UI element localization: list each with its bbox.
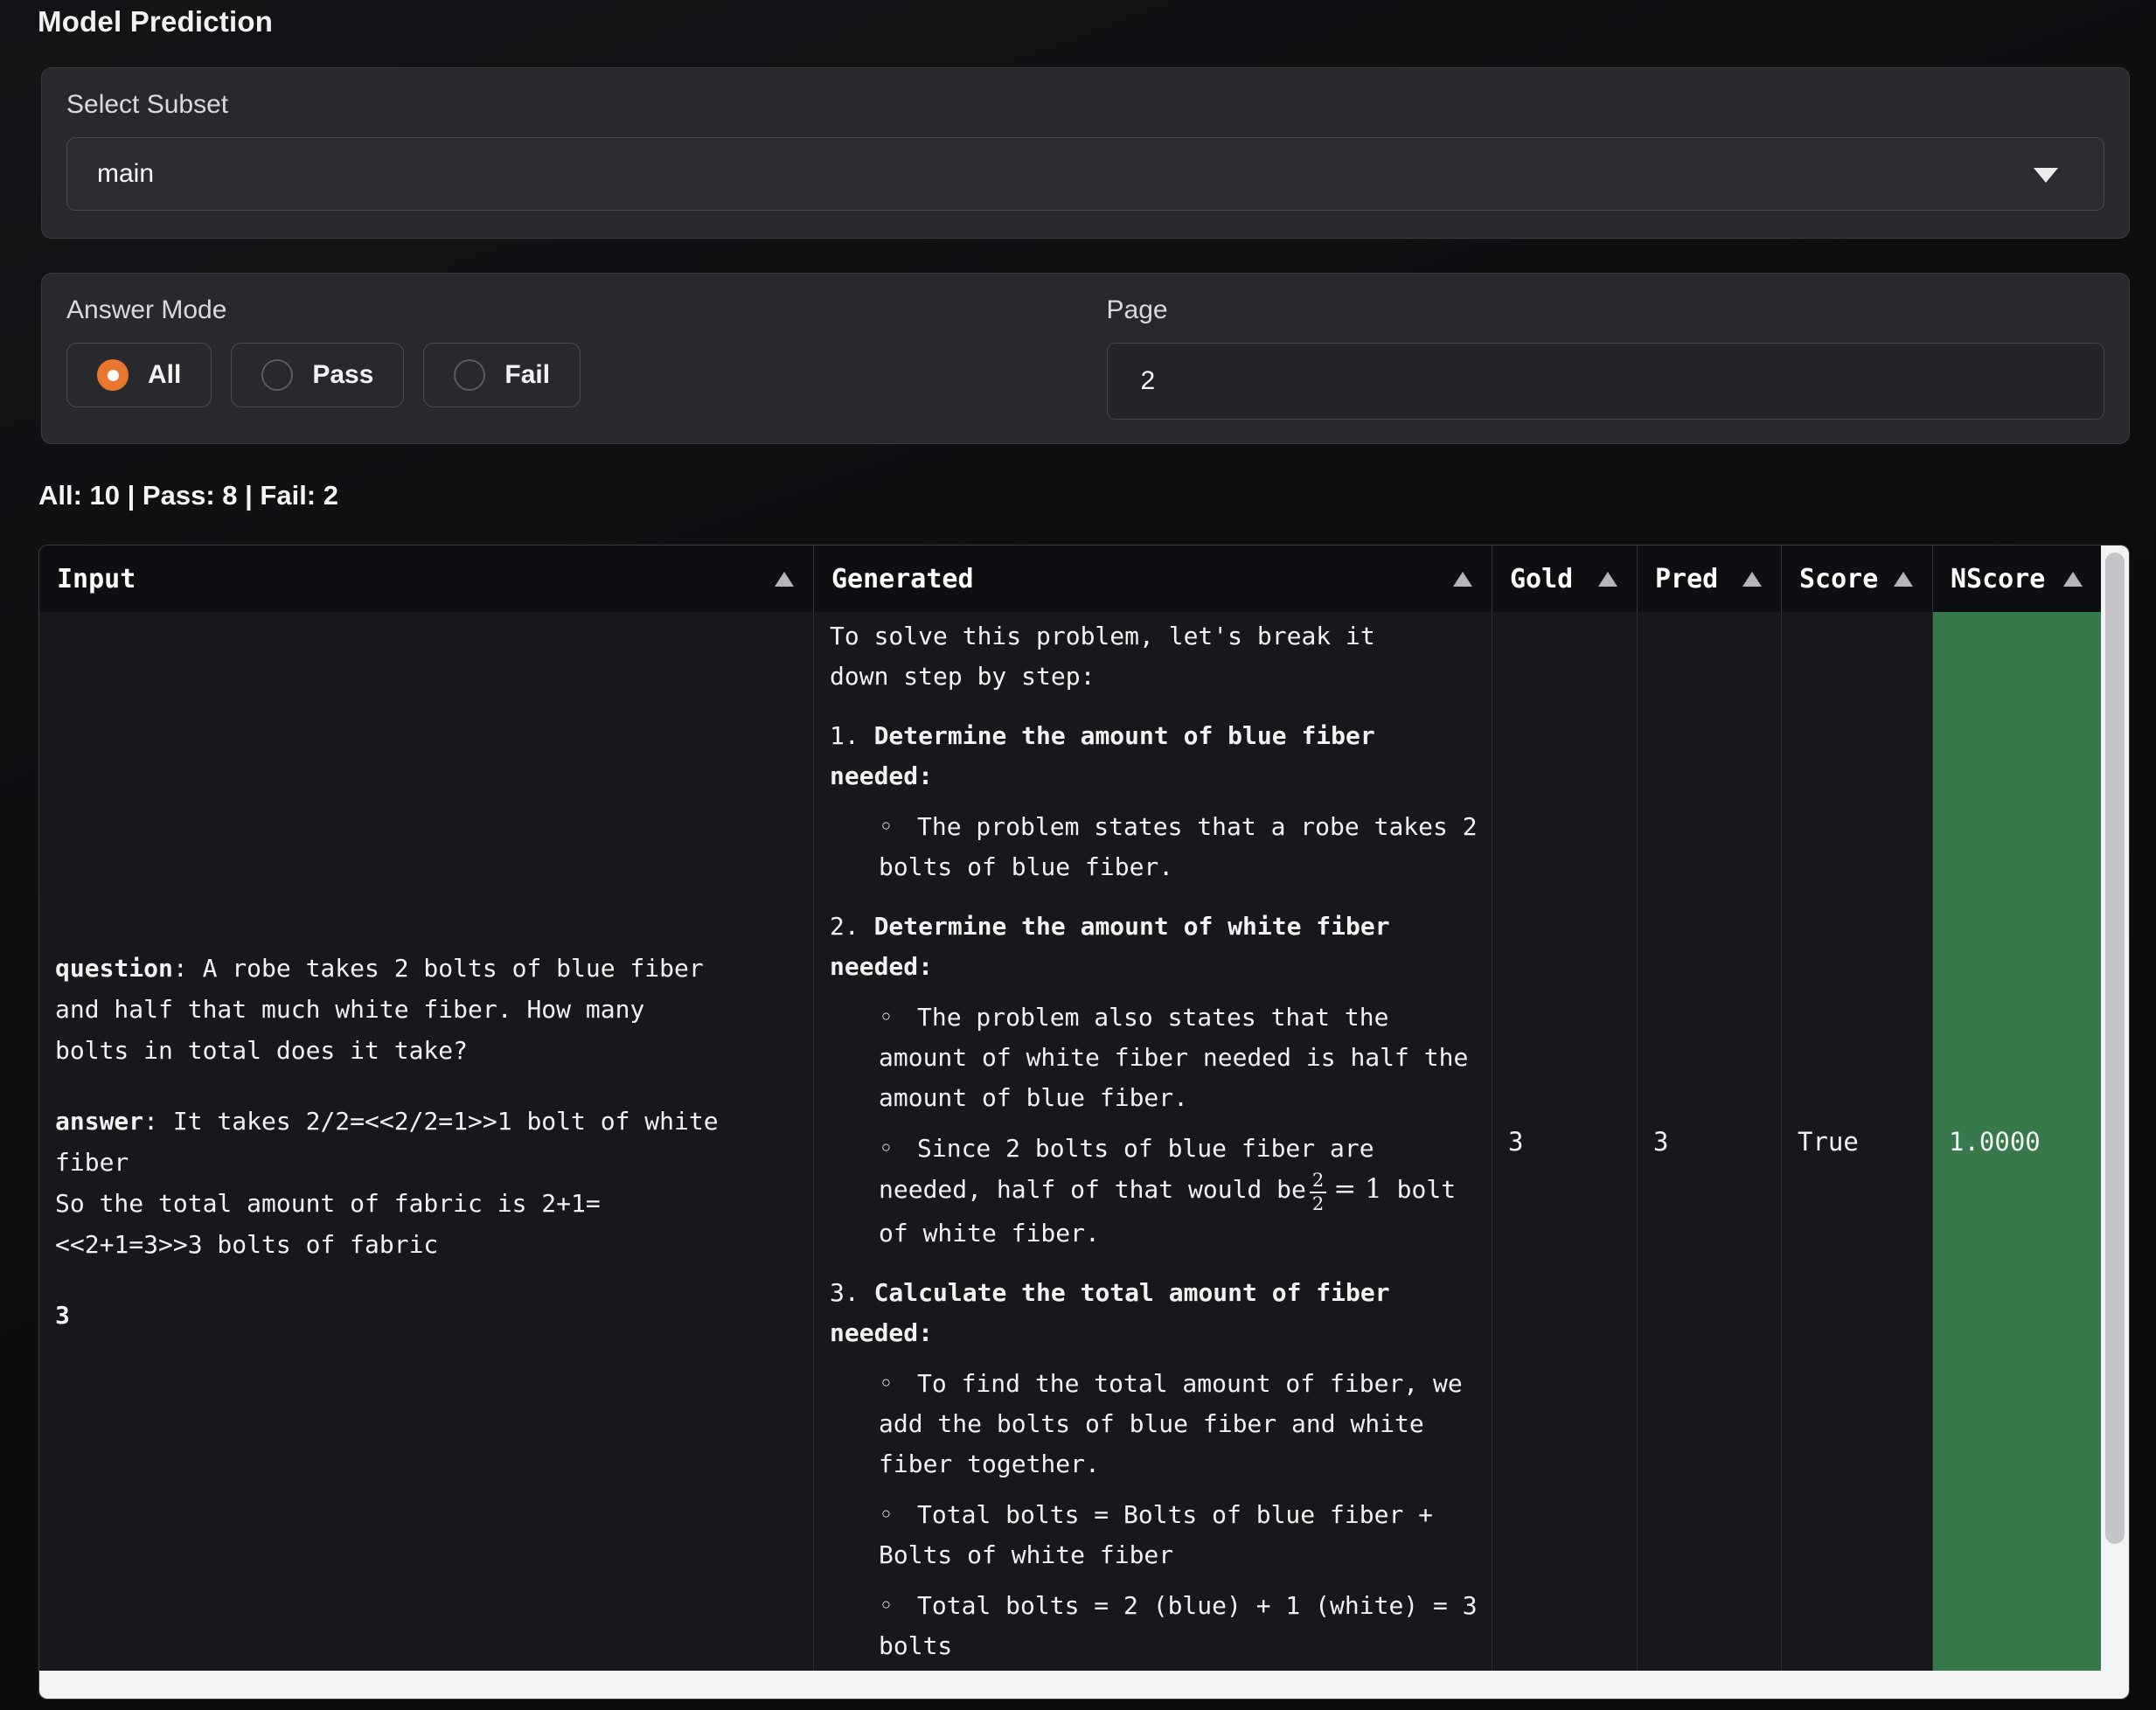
chevron-down-icon (2034, 168, 2058, 183)
cell-pred: 3 (1638, 612, 1782, 1671)
radio-option-fail[interactable]: Fail (423, 343, 581, 407)
sort-asc-icon (1894, 572, 1913, 587)
bullet-icon: ◦ (879, 1364, 917, 1404)
list-item-with-fraction: ◦Since 2 bolts of blue fiber are needed,… (879, 1129, 1479, 1255)
list-item: ◦To find the total amount of fiber, we a… (879, 1364, 1479, 1484)
column-header-input[interactable]: Input (39, 546, 814, 612)
sort-asc-icon (2063, 572, 2083, 587)
cell-generated: To solve this problem, let's break it do… (814, 612, 1492, 1671)
answer-mode-group: Answer Mode All Pass Fail (66, 295, 1065, 422)
step-1-title: 1. Determine the amount of blue fiber ne… (830, 716, 1479, 796)
generated-cell-content: To solve this problem, let's break it do… (830, 616, 1479, 1667)
select-subset-panel: Select Subset main (41, 67, 2130, 239)
fraction: 22 (1310, 1171, 1326, 1213)
list-item: ◦The problem states that a robe takes 2 … (879, 807, 1479, 887)
list-item: ◦Total bolts = 2 (blue) + 1 (white) = 3 … (879, 1586, 1479, 1666)
step-2-title: 2. Determine the amount of white fiber n… (830, 907, 1479, 987)
app-root: Model Prediction Select Subset main Answ… (0, 0, 2156, 1710)
radio-option-pass[interactable]: Pass (231, 343, 404, 407)
page-title: Model Prediction (38, 5, 273, 38)
subset-dropdown-value: main (97, 159, 154, 189)
column-header-pred[interactable]: Pred (1638, 546, 1782, 612)
vertical-scrollbar-thumb[interactable] (2105, 553, 2125, 1544)
counts-summary: All: 10 | Pass: 8 | Fail: 2 (38, 480, 338, 511)
radio-unselected-icon (454, 359, 485, 391)
final-answer: 3 (55, 1295, 801, 1336)
sort-asc-icon (1742, 572, 1762, 587)
sort-asc-icon (1598, 572, 1617, 587)
step-3-title: 3. Calculate the total amount of fiber n… (830, 1273, 1479, 1353)
page-label: Page (1107, 295, 2105, 325)
page-input-value: 2 (1141, 366, 1156, 396)
answer-mode-radio-row: All Pass Fail (66, 343, 1065, 407)
sort-asc-icon (1453, 572, 1472, 587)
bullet-icon: ◦ (879, 807, 917, 847)
horizontal-scrollbar[interactable] (39, 1671, 2101, 1699)
cell-score: True (1782, 612, 1933, 1671)
bullet-icon: ◦ (879, 1129, 917, 1169)
input-cell-content: question: A robe takes 2 bolts of blue f… (55, 948, 801, 1336)
radio-unselected-icon (261, 359, 293, 391)
bullet-icon: ◦ (879, 997, 917, 1038)
radio-option-all[interactable]: All (66, 343, 212, 407)
page-input[interactable]: 2 (1107, 343, 2105, 420)
answer-mode-page-panel: Answer Mode All Pass Fail Page 2 (41, 273, 2130, 444)
cell-input: question: A robe takes 2 bolts of blue f… (39, 612, 814, 1671)
cell-gold: 3 (1492, 612, 1638, 1671)
radio-selected-icon (97, 359, 129, 391)
column-header-generated[interactable]: Generated (814, 546, 1492, 612)
predictions-table: Input Generated Gold Pred Score NScore (38, 545, 2130, 1700)
subset-dropdown[interactable]: main (66, 137, 2104, 211)
vertical-scrollbar[interactable] (2101, 546, 2129, 1699)
answer-mode-label: Answer Mode (66, 295, 1065, 325)
bullet-icon: ◦ (879, 1586, 917, 1626)
cell-nscore: 1.0000 (1933, 612, 2103, 1671)
list-item: ◦The problem also states that the amount… (879, 997, 1479, 1118)
list-item: ◦Total bolts = Bolts of blue fiber + Bol… (879, 1495, 1479, 1575)
page-group: Page 2 (1107, 295, 2105, 422)
column-header-nscore[interactable]: NScore (1933, 546, 2103, 612)
column-header-score[interactable]: Score (1782, 546, 1933, 612)
table-grid: Input Generated Gold Pred Score NScore (39, 546, 2101, 1671)
bullet-icon: ◦ (879, 1495, 917, 1535)
sort-asc-icon (775, 572, 794, 587)
select-subset-label: Select Subset (66, 89, 2104, 120)
column-header-gold[interactable]: Gold (1492, 546, 1638, 612)
math-equals: = 1 (1333, 1173, 1382, 1205)
generated-intro: To solve this problem, let's break it do… (830, 616, 1479, 697)
